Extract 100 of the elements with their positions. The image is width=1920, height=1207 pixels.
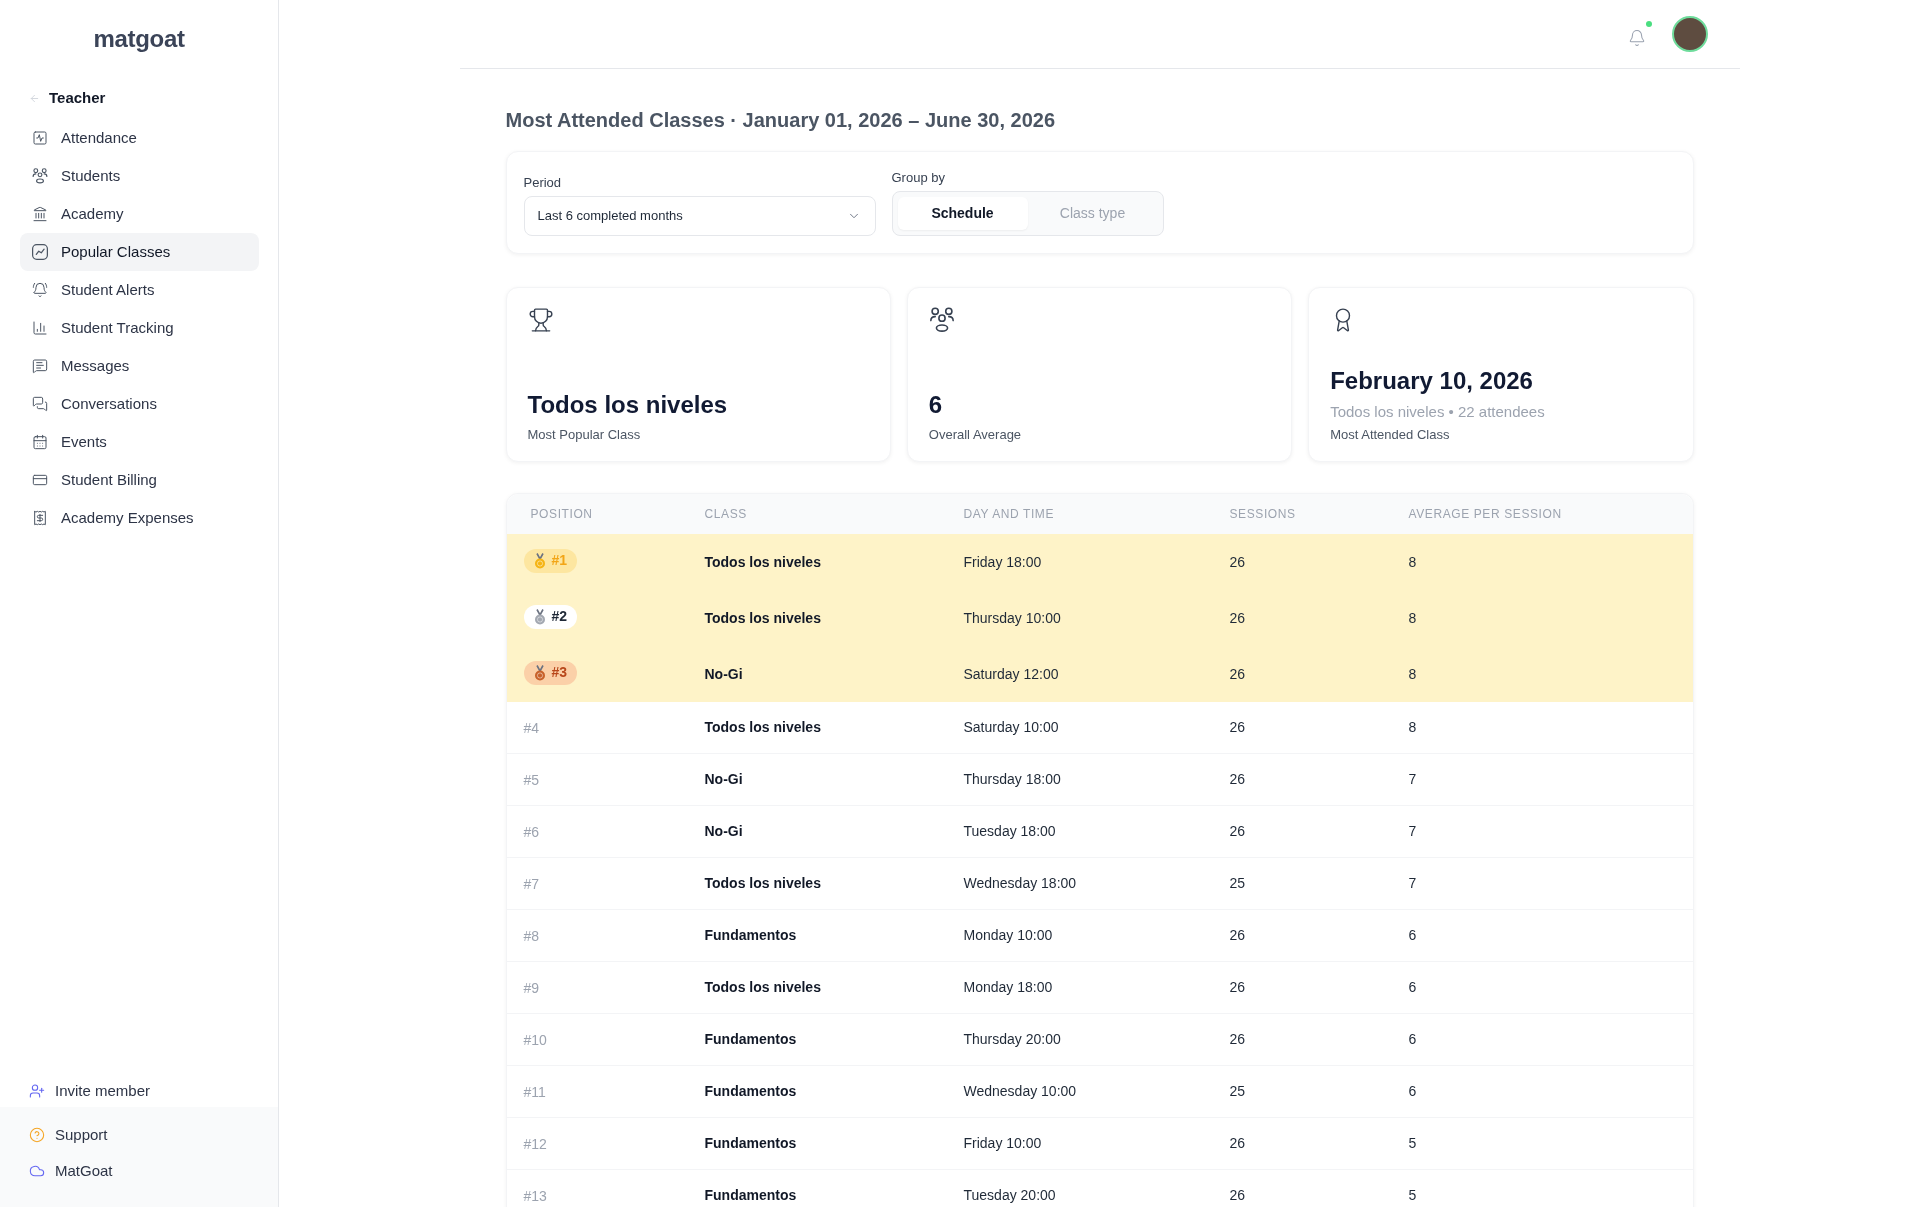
activity-square-icon [32,130,48,146]
people-group-icon [928,307,955,333]
table-cell-text: Thursday 10:00 [963,608,1062,628]
table-cell-text: 26 [1229,770,1247,789]
table-cell-text: Fundamentos [704,926,798,945]
table-cell-text: Monday 18:00 [963,978,1054,997]
table-cell-text: Fundamentos [704,1134,798,1153]
table-cell-text: 26 [1229,1030,1247,1049]
credit-card-icon [32,472,48,488]
table-cell: #4 [523,719,540,736]
table-cell: #11 [523,1083,546,1100]
table-cell: #5 [523,771,540,788]
stat-value: 6 [928,390,944,420]
section-title: Teacher [49,87,106,108]
sidebar-item[interactable]: Support [0,1119,278,1151]
table-cell: #10 [523,1031,547,1048]
rank-label: #2 [551,607,568,626]
sidebar-item[interactable]: Events [20,423,259,461]
table-cell-text: 26 [1229,926,1247,945]
table-cell-text: 8 [1408,718,1418,737]
sidebar-item[interactable]: Academy Expenses [20,499,259,537]
table-cell-text: Wednesday 18:00 [963,874,1078,893]
logo: matgoat [93,24,185,54]
stat-value: Todos los niveles [527,390,729,420]
table-cell-text: No-Gi [704,664,744,684]
table-cell: #8 [523,927,540,944]
notifications-button[interactable] [1627,20,1654,48]
column-header: CLASS [704,506,748,523]
rank-label: #1 [551,551,568,570]
table-cell-text: Saturday 12:00 [963,664,1060,684]
table-cell-text: 26 [1229,552,1247,572]
table-cell-text: Thursday 18:00 [963,770,1062,789]
help-icon [29,1127,45,1143]
stat-detail: Todos los niveles • 22 attendees [1330,402,1546,422]
table-cell-text: 7 [1408,770,1418,789]
columned-building-icon [32,206,48,222]
table-cell-text: Todos los niveles [704,552,822,572]
table-cell-text: 8 [1408,552,1418,572]
table-cell-text: 8 [1408,664,1418,684]
sidebar-item[interactable]: Conversations [20,385,259,423]
sidebar-item[interactable]: Popular Classes [20,233,259,271]
table-cell-text: 25 [1229,874,1247,893]
stat-label: Most Popular Class [527,427,642,443]
chat-bubbles-icon [32,396,48,412]
user-avatar[interactable] [1671,16,1708,52]
table-cell-text: 26 [1229,718,1247,737]
sidebar-item[interactable]: Students [20,157,259,195]
table-cell-text: Todos los niveles [704,718,822,737]
table-cell-text: 5 [1408,1186,1418,1205]
table-cell-text: Todos los niveles [704,608,822,628]
calendar-icon [32,434,48,450]
table-cell-text: 26 [1229,822,1247,841]
table-cell-text: 26 [1229,1186,1247,1205]
segment-tab[interactable]: Schedule [897,197,1028,230]
table-cell-text: Wednesday 10:00 [963,1082,1078,1101]
table-cell-text: 8 [1408,608,1418,628]
column-header: POSITION [529,506,594,523]
sidebar-item[interactable]: Student Billing [20,461,259,499]
table-cell-text: Fundamentos [704,1030,798,1049]
back-arrow-icon[interactable] [29,92,40,104]
table-cell: #6 [523,823,540,840]
table-cell-text: Todos los niveles [704,874,822,893]
sidebar-item[interactable]: MatGoat [0,1155,278,1187]
table-cell: #13 [523,1187,547,1204]
sidebar-item[interactable]: Student Alerts [20,271,259,309]
message-icon [32,358,48,374]
table-cell-text: No-Gi [704,822,744,841]
table-cell-text: Thursday 20:00 [963,1030,1062,1049]
column-header: AVERAGE PER SESSION [1408,506,1563,523]
sidebar-item[interactable]: Messages [20,347,259,385]
sidebar-item[interactable]: Student Tracking [20,309,259,347]
medal-icon [533,552,546,569]
people-group-icon [32,168,48,184]
table-cell: #9 [523,979,540,996]
table-cell-text: 6 [1408,926,1418,945]
period-select[interactable]: Last 6 completed months [523,196,876,236]
bell-icon [1627,29,1646,47]
cloud-icon [29,1163,45,1179]
stat-label: Most Attended Class [1330,427,1451,443]
field-label: Period [523,175,563,191]
table-cell-text: Saturday 10:00 [963,718,1060,737]
table-cell: #12 [523,1135,547,1152]
table-cell-text: Todos los niveles [704,978,822,997]
sidebar-item[interactable]: Academy [20,195,259,233]
sidebar-item[interactable]: Invite member [0,1075,278,1107]
table-cell-text: Friday 10:00 [963,1134,1043,1153]
sidebar-item[interactable]: Attendance [20,119,259,157]
page-title: Most Attended Classes · January 01, 2026 – June 30, 2026 [505,108,1057,132]
table-cell-text: 6 [1408,1082,1418,1101]
table-cell-text: 26 [1229,608,1247,628]
table-cell-text: Friday 18:00 [963,552,1043,572]
table-cell-text: Fundamentos [704,1186,798,1205]
table-cell: #7 [523,875,540,892]
table-cell-text: 6 [1408,978,1418,997]
stat-label: Overall Average [928,427,1023,443]
medal-icon [533,608,546,625]
user-plus-icon [29,1083,45,1099]
trophy-icon [527,307,554,333]
table-cell-text: 7 [1408,874,1418,893]
receipt-icon [32,510,48,526]
